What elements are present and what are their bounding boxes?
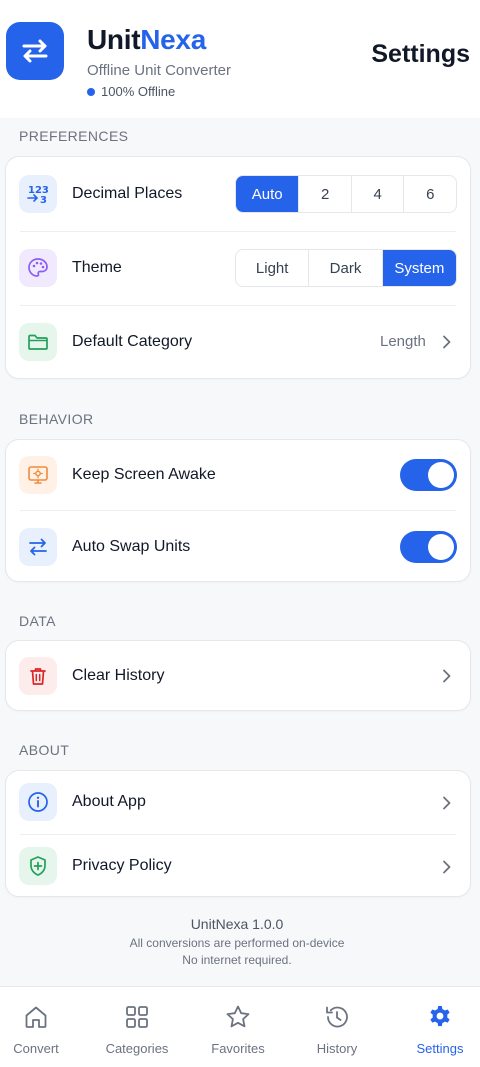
palette-icon [19, 249, 57, 287]
swap-arrows-icon [22, 39, 48, 63]
footer-line-2: No internet required. [182, 953, 292, 967]
theme-row: Theme Light Dark System [6, 231, 470, 305]
default-category-value: Length [380, 333, 426, 350]
decimal-option-auto[interactable]: Auto [236, 176, 300, 212]
trash-icon [19, 657, 57, 695]
tab-settings[interactable]: Settings [410, 987, 470, 1067]
auto-swap-units-row: Auto Swap Units [6, 511, 470, 583]
app-name-part1: Unit [87, 24, 141, 55]
auto-swap-units-label: Auto Swap Units [72, 538, 191, 555]
status-dot-icon [87, 87, 95, 96]
chevron-right-icon [443, 335, 451, 349]
gear-icon [430, 1006, 450, 1027]
theme-option-system[interactable]: System [382, 250, 456, 286]
grid-icon [126, 1006, 148, 1028]
section-label-preferences: PREFERENCES [19, 128, 129, 144]
app-name-part2: Nexa [140, 24, 206, 55]
decimal-places-row: 123 3 Decimal Places Auto 2 4 6 [6, 157, 470, 231]
app-name: UnitNexa [87, 24, 206, 56]
tab-history[interactable]: History [309, 987, 365, 1067]
tab-convert[interactable]: Convert [0, 987, 72, 1067]
data-card: Clear History [5, 640, 471, 711]
app-version: UnitNexa 1.0.0 [190, 916, 284, 932]
toggle-knob [428, 462, 454, 488]
section-label-data: DATA [19, 613, 56, 629]
offline-status-text: 100% Offline [101, 84, 176, 99]
keep-screen-awake-label: Keep Screen Awake [72, 466, 216, 483]
chevron-right-icon [443, 669, 451, 683]
privacy-policy-row[interactable]: Privacy Policy [6, 835, 470, 898]
clear-history-label: Clear History [72, 667, 165, 684]
about-app-label: About App [72, 793, 146, 810]
keep-screen-awake-row: Keep Screen Awake [6, 440, 470, 510]
svg-text:3: 3 [40, 195, 47, 206]
history-icon [326, 1006, 348, 1028]
auto-swap-units-toggle[interactable] [400, 531, 457, 563]
tab-history-label: History [316, 1041, 358, 1056]
swap-arrows-icon [19, 528, 57, 566]
privacy-policy-label: Privacy Policy [72, 857, 172, 874]
folder-icon [19, 323, 57, 361]
page-title: Settings [371, 40, 470, 68]
theme-option-dark[interactable]: Dark [309, 250, 383, 286]
bottom-tab-bar: Convert Categories Favorites History Set… [0, 986, 480, 1067]
tab-favorites[interactable]: Favorites [204, 987, 272, 1067]
section-label-about: ABOUT [19, 742, 70, 758]
tab-settings-label: Settings [416, 1041, 464, 1056]
section-label-behavior: BEHAVIOR [19, 411, 94, 427]
tab-convert-label: Convert [13, 1041, 59, 1056]
app-subtitle: Offline Unit Converter [87, 62, 231, 79]
behavior-card: Keep Screen Awake Auto Swap Units [5, 439, 471, 582]
decimal-option-6[interactable]: 6 [404, 176, 456, 212]
about-app-row[interactable]: About App [6, 771, 470, 834]
app-header: UnitNexa Offline Unit Converter 100% Off… [0, 0, 480, 118]
preferences-card: 123 3 Decimal Places Auto 2 4 6 Theme Li… [5, 156, 471, 379]
default-category-label: Default Category [72, 333, 193, 350]
theme-label: Theme [72, 259, 122, 276]
decimal-option-4[interactable]: 4 [352, 176, 405, 212]
star-icon [226, 1005, 250, 1028]
tab-categories[interactable]: Categories [100, 987, 174, 1067]
about-card: About App Privacy Policy [5, 770, 471, 897]
clear-history-row[interactable]: Clear History [6, 641, 470, 712]
decimal-places-label: Decimal Places [72, 185, 183, 202]
tab-favorites-label: Favorites [211, 1041, 265, 1056]
screen-sun-icon [19, 456, 57, 494]
chevron-right-icon [443, 796, 451, 810]
footer-line-1: All conversions are performed on-device [129, 936, 345, 950]
decimal-numbers-icon: 123 3 [19, 175, 57, 213]
shield-plus-icon [19, 847, 57, 885]
app-logo [6, 22, 64, 80]
offline-status: 100% Offline [87, 84, 175, 99]
toggle-knob [428, 534, 454, 560]
keep-screen-awake-toggle[interactable] [400, 459, 457, 491]
theme-option-light[interactable]: Light [236, 250, 310, 286]
tab-categories-label: Categories [105, 1041, 169, 1056]
default-category-row[interactable]: Default Category Length [6, 305, 470, 379]
theme-selector: Light Dark System [235, 249, 457, 287]
decimal-option-2[interactable]: 2 [299, 176, 352, 212]
chevron-right-icon [443, 860, 451, 874]
home-icon [25, 1006, 47, 1028]
info-icon [19, 783, 57, 821]
decimal-places-selector: Auto 2 4 6 [235, 175, 457, 213]
